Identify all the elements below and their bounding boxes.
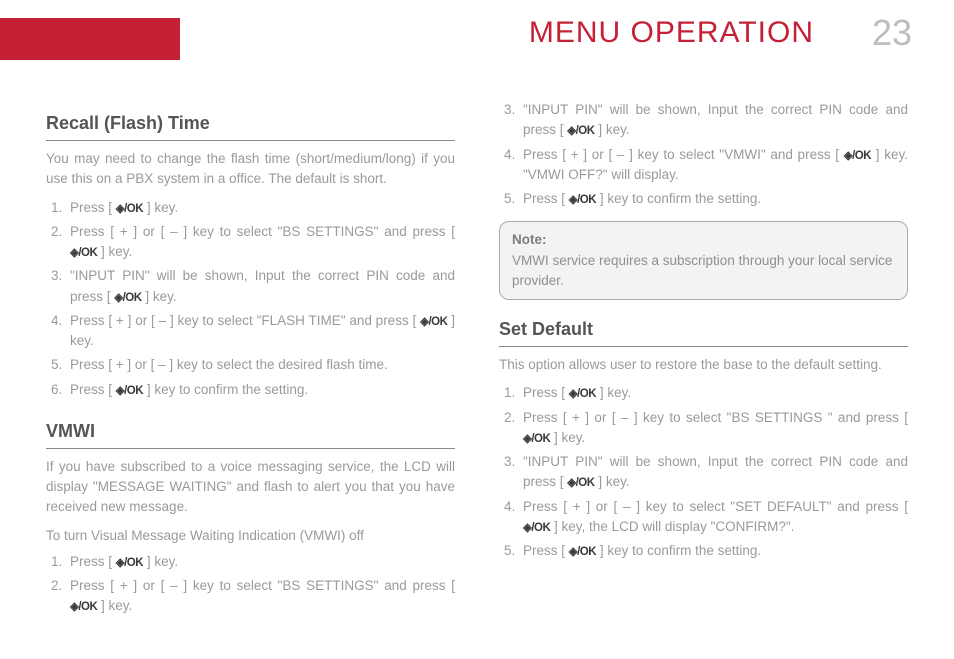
ok-key-icon: [70, 245, 97, 262]
setdefault-heading: Set Default: [499, 316, 908, 347]
step-item: Press [ + ] or [ – ] key to select "SET …: [519, 497, 908, 538]
step-item: Press [ ] key.: [66, 552, 455, 572]
ok-key-icon: [116, 201, 143, 218]
page-number: 23: [872, 12, 912, 54]
step-item: "INPUT PIN" will be shown, Input the cor…: [66, 266, 455, 307]
header-title: MENU OPERATION: [529, 16, 814, 50]
step-item: "INPUT PIN" will be shown, Input the cor…: [519, 100, 908, 141]
step-text-post: ] key.: [143, 554, 178, 569]
step-item: Press [ + ] or [ – ] key to select "VMWI…: [519, 145, 908, 186]
step-text-pre: Press [: [70, 554, 116, 569]
step-text-pre: Press [ + ] or [ – ] key to select "BS S…: [70, 224, 455, 239]
step-item: Press [ + ] or [ – ] key to select "BS S…: [519, 408, 908, 449]
step-text-post: ] key.: [142, 289, 177, 304]
vmwi-subintro: To turn Visual Message Waiting Indicatio…: [46, 526, 455, 546]
step-text-post: ] key, the LCD will display "CONFIRM?".: [550, 519, 794, 534]
ok-key-icon: [569, 544, 596, 561]
ok-key-icon: [116, 383, 143, 400]
step-text-pre: Press [ + ] or [ – ] key to select "BS S…: [70, 578, 455, 593]
step-text-post: ] key to confirm the setting.: [596, 191, 761, 206]
step-item: Press [ ] key.: [66, 198, 455, 218]
setdefault-steps: Press [ ] key. Press [ + ] or [ – ] key t…: [519, 383, 908, 561]
step-text-post: ] key.: [97, 598, 132, 613]
setdefault-intro: This option allows user to restore the b…: [499, 355, 908, 375]
recall-steps: Press [ ] key. Press [ + ] or [ – ] key t…: [66, 198, 455, 400]
ok-key-icon: [70, 599, 97, 616]
step-text-pre: Press [ + ] or [ – ] key to select "BS S…: [523, 410, 908, 425]
ok-key-icon: [523, 431, 550, 448]
step-text-pre: Press [: [523, 543, 569, 558]
step-text-post: ] key.: [596, 385, 631, 400]
step-item: Press [ ] key to confirm the setting.: [519, 189, 908, 209]
ok-key-icon: [523, 520, 550, 537]
note-label: Note:: [512, 232, 547, 247]
step-text-post: ] key.: [595, 474, 630, 489]
body-columns: Recall (Flash) Time You may need to chan…: [0, 80, 954, 621]
page: MENU OPERATION 23 Recall (Flash) Time Yo…: [0, 0, 954, 659]
step-text-pre: Press [ + ] or [ – ] key to select the d…: [70, 357, 388, 372]
page-header: MENU OPERATION 23: [0, 0, 954, 80]
right-column: "INPUT PIN" will be shown, Input the cor…: [499, 100, 908, 621]
header-red-block: [0, 18, 180, 60]
ok-key-icon: [569, 192, 596, 209]
vmwi-steps-continued: "INPUT PIN" will be shown, Input the cor…: [519, 100, 908, 209]
step-item: Press [ ] key to confirm the setting.: [519, 541, 908, 561]
ok-key-icon: [116, 555, 143, 572]
step-item: Press [ + ] or [ – ] key to select the d…: [66, 355, 455, 375]
vmwi-steps: Press [ ] key. Press [ + ] or [ – ] key t…: [66, 552, 455, 617]
step-text-post: ] key to confirm the setting.: [596, 543, 761, 558]
step-text-pre: Press [: [523, 385, 569, 400]
ok-key-icon: [420, 314, 447, 331]
step-item: Press [ + ] or [ – ] key to select "FLAS…: [66, 311, 455, 352]
recall-intro: You may need to change the flash time (s…: [46, 149, 455, 190]
vmwi-heading: VMWI: [46, 418, 455, 449]
step-item: Press [ + ] or [ – ] key to select "BS S…: [66, 222, 455, 263]
step-text-post: ] key.: [97, 244, 132, 259]
step-text-pre: Press [ + ] or [ – ] key to select "SET …: [523, 499, 908, 514]
step-text-pre: Press [: [70, 382, 116, 397]
step-text-pre: Press [ + ] or [ – ] key to select "VMWI…: [523, 147, 844, 162]
ok-key-icon: [844, 148, 871, 165]
vmwi-intro: If you have subscribed to a voice messag…: [46, 457, 455, 518]
step-item: Press [ ] key to confirm the setting.: [66, 380, 455, 400]
recall-heading: Recall (Flash) Time: [46, 110, 455, 141]
step-item: Press [ + ] or [ – ] key to select "BS S…: [66, 576, 455, 617]
left-column: Recall (Flash) Time You may need to chan…: [46, 100, 455, 621]
step-text-post: ] key.: [550, 430, 585, 445]
step-text-post: ] key.: [143, 200, 178, 215]
ok-key-icon: [114, 290, 141, 307]
note-box: Note: VMWI service requires a subscripti…: [499, 221, 908, 300]
note-body: VMWI service requires a subscription thr…: [512, 253, 892, 288]
step-text-pre: Press [: [523, 191, 569, 206]
ok-key-icon: [569, 386, 596, 403]
step-text-pre: Press [: [70, 200, 116, 215]
step-item: Press [ ] key.: [519, 383, 908, 403]
step-text-post: ] key.: [595, 122, 630, 137]
step-item: "INPUT PIN" will be shown, Input the cor…: [519, 452, 908, 493]
ok-key-icon: [567, 123, 594, 140]
ok-key-icon: [567, 475, 594, 492]
step-text-pre: Press [ + ] or [ – ] key to select "FLAS…: [70, 313, 420, 328]
step-text-post: ] key to confirm the setting.: [143, 382, 308, 397]
